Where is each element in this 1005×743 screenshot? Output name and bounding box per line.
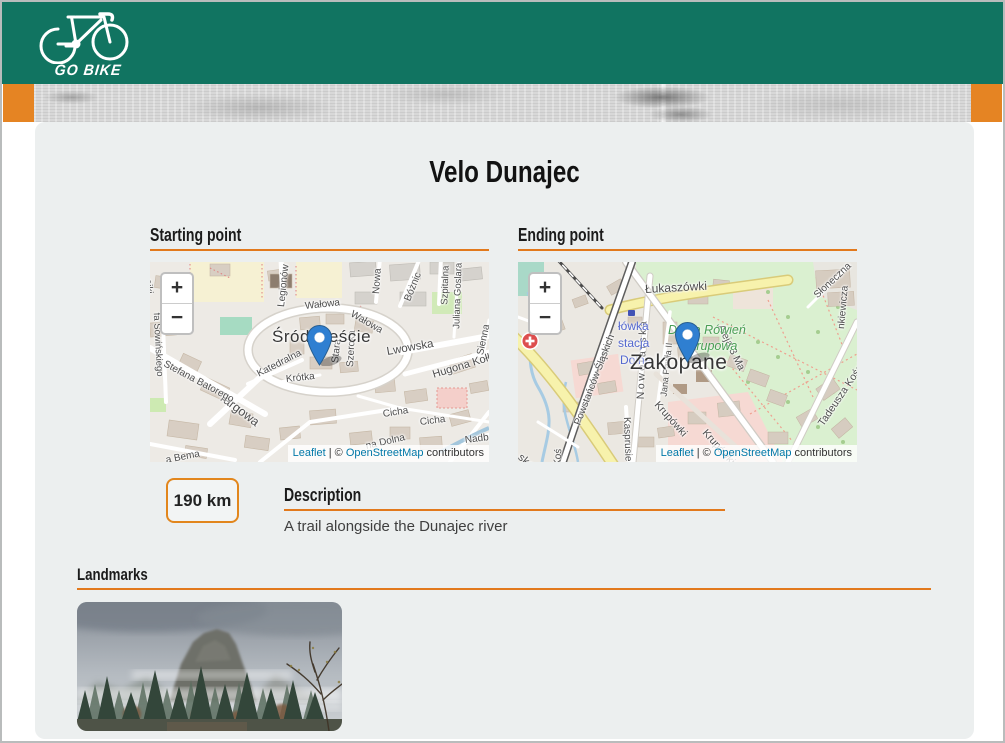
zoom-out-button[interactable]: −	[162, 303, 192, 333]
street-label: ejki	[150, 278, 154, 294]
map-marker[interactable]	[307, 325, 348, 366]
osm-link[interactable]: OpenStreetMap	[714, 447, 792, 459]
zoom-in-button[interactable]: +	[162, 274, 192, 303]
description-text: A trail alongside the Dunajec river	[284, 518, 507, 535]
distance-badge: 190 km	[166, 478, 239, 523]
street-label: Koś	[553, 448, 564, 462]
app-header: GO BIKE	[2, 2, 1003, 84]
attribution-text: | ©	[694, 447, 714, 459]
ending-point-map[interactable]: Łukaszówki Nowotarska Jana Pawła II Alej…	[518, 262, 857, 462]
app-window: GO BIKE Velo Dunajec Starting point	[0, 0, 1005, 743]
leaflet-link[interactable]: Leaflet	[661, 447, 694, 459]
description-heading: Description	[284, 485, 725, 511]
map-zoom-control: + −	[528, 272, 562, 335]
station-label: łówka	[618, 320, 649, 332]
accent-square-left	[3, 84, 34, 122]
accent-square-right	[971, 84, 1002, 122]
street-label: Szpitalna	[440, 266, 451, 305]
landmark-photo[interactable]	[77, 602, 342, 731]
trail-card: Velo Dunajec Starting point	[35, 122, 974, 739]
street-label: Kasprusie	[621, 417, 633, 462]
bike-icon	[38, 6, 138, 64]
mountain-photo-image	[77, 602, 342, 731]
gobike-logo[interactable]: GO BIKE	[38, 6, 138, 82]
logo-text: GO BIKE	[42, 62, 133, 79]
station-label: stacja	[618, 337, 649, 349]
osm-link[interactable]: OpenStreetMap	[346, 447, 424, 459]
map-marker[interactable]	[675, 322, 716, 363]
hero-strip	[2, 84, 1003, 122]
street-label: Łukaszówki	[645, 280, 708, 295]
map-attribution: Leaflet | © OpenStreetMap contributors	[656, 445, 857, 462]
zoom-out-button[interactable]: −	[530, 303, 560, 333]
leaflet-link[interactable]: Leaflet	[293, 447, 326, 459]
map-zoom-control: + −	[160, 272, 194, 335]
street-label: Nowa	[372, 268, 384, 294]
street-label: Juliana Goslara	[452, 263, 464, 329]
map-attribution: Leaflet | © OpenStreetMap contributors	[288, 445, 489, 462]
landmarks-heading: Landmarks	[77, 565, 931, 590]
starting-point-heading: Starting point	[150, 225, 489, 251]
zoom-in-button[interactable]: +	[530, 274, 560, 303]
attribution-text: contributors	[423, 447, 484, 459]
ending-point-heading: Ending point	[518, 225, 857, 251]
attribution-text: | ©	[326, 447, 346, 459]
page-title: Velo Dunajec	[35, 154, 974, 190]
hero-texture	[34, 84, 971, 122]
starting-point-map[interactable]: Wałowa Wałowa Legionów Nowa Bóżnic Szpit…	[150, 262, 489, 462]
attribution-text: contributors	[791, 447, 852, 459]
